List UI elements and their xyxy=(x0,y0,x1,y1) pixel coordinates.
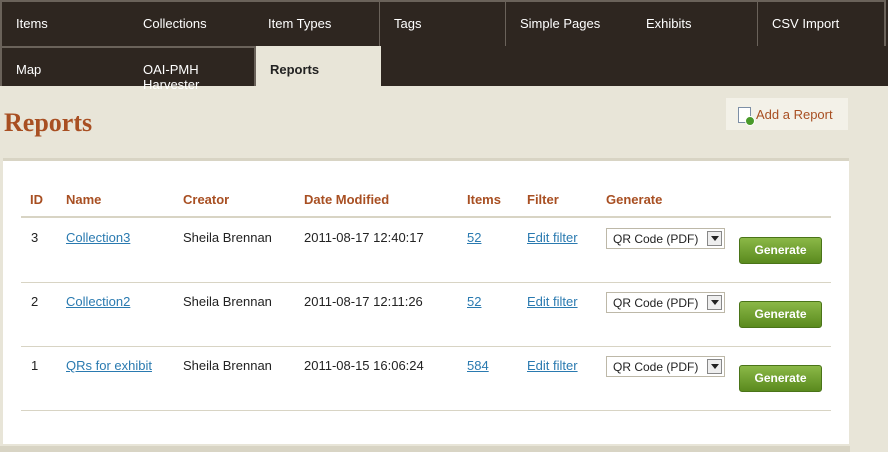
row-items-link[interactable]: 52 xyxy=(467,230,481,245)
row-date: 2011-08-17 12:40:17 xyxy=(304,230,424,245)
tab-label: Map xyxy=(16,62,42,77)
header-filter: Filter xyxy=(527,192,559,207)
format-select-value: QR Code (PDF) xyxy=(613,360,699,374)
row-creator: Sheila Brennan xyxy=(183,294,272,309)
tab-label: Item Types xyxy=(268,16,332,31)
format-select[interactable]: QR Code (PDF) xyxy=(606,228,725,249)
header-generate: Generate xyxy=(606,192,663,207)
row-creator: Sheila Brennan xyxy=(183,358,272,373)
chevron-down-icon xyxy=(707,231,722,246)
tab-label: Simple Pages xyxy=(520,16,601,31)
panel-bottom-border xyxy=(0,446,850,452)
generate-button[interactable]: Generate xyxy=(739,301,822,328)
add-document-icon xyxy=(738,107,755,126)
row-id: 2 xyxy=(31,294,39,309)
row-divider xyxy=(21,410,831,411)
header-items: Items xyxy=(467,192,501,207)
add-report-label: Add a Report xyxy=(756,107,833,122)
row-name-link[interactable]: Collection3 xyxy=(66,230,130,245)
table-row: 3 Collection3 Sheila Brennan 2011-08-17 … xyxy=(3,218,849,282)
add-report-button[interactable]: Add a Report xyxy=(726,98,848,130)
tab-item-types[interactable]: Item Types xyxy=(254,0,381,46)
format-select[interactable]: QR Code (PDF) xyxy=(606,356,725,377)
tab-reports[interactable]: Reports xyxy=(256,46,381,86)
row-name-link[interactable]: Collection2 xyxy=(66,294,130,309)
row-edit-filter-link[interactable]: Edit filter xyxy=(527,358,578,373)
reports-table: ID Name Creator Date Modified Items Filt… xyxy=(3,158,849,444)
tab-label: CSV Import xyxy=(772,16,840,31)
format-select-value: QR Code (PDF) xyxy=(613,232,699,246)
row-items-link[interactable]: 52 xyxy=(467,294,481,309)
header-creator: Creator xyxy=(183,192,230,207)
tab-label: Items xyxy=(16,16,48,31)
row-id: 1 xyxy=(31,358,39,373)
row-creator: Sheila Brennan xyxy=(183,230,272,245)
tab-collections[interactable]: Collections xyxy=(129,0,256,46)
tab-exhibits[interactable]: Exhibits xyxy=(632,0,759,46)
row-name-link[interactable]: QRs for exhibit xyxy=(66,358,152,373)
main-nav: Items Collections Item Types Tags Simple… xyxy=(0,0,888,92)
tab-tags[interactable]: Tags xyxy=(380,0,507,46)
format-select-value: QR Code (PDF) xyxy=(613,296,699,310)
tab-simple-pages[interactable]: Simple Pages xyxy=(506,0,634,46)
tab-oai-pmh-harvester[interactable]: OAI-PMH Harvester xyxy=(129,46,256,92)
tab-label: Exhibits xyxy=(646,16,692,31)
page-title: Reports xyxy=(4,108,93,137)
generate-button[interactable]: Generate xyxy=(739,237,822,264)
format-select[interactable]: QR Code (PDF) xyxy=(606,292,725,313)
tab-label: Tags xyxy=(394,16,422,31)
row-edit-filter-link[interactable]: Edit filter xyxy=(527,230,578,245)
tab-label: OAI-PMH Harvester xyxy=(143,62,200,92)
table-row: 1 QRs for exhibit Sheila Brennan 2011-08… xyxy=(3,346,849,410)
tab-csv-import[interactable]: CSV Import xyxy=(758,0,886,46)
row-edit-filter-link[interactable]: Edit filter xyxy=(527,294,578,309)
header-name: Name xyxy=(66,192,102,207)
header-id: ID xyxy=(30,192,43,207)
tab-items[interactable]: Items xyxy=(0,0,131,46)
chevron-down-icon xyxy=(707,295,722,310)
row-date: 2011-08-15 16:06:24 xyxy=(304,358,424,373)
generate-button[interactable]: Generate xyxy=(739,365,822,392)
tab-map[interactable]: Map xyxy=(0,46,131,86)
chevron-down-icon xyxy=(707,359,722,374)
row-items-link[interactable]: 584 xyxy=(467,358,489,373)
tab-label: Reports xyxy=(270,62,320,77)
tab-label: Collections xyxy=(143,16,207,31)
table-row: 2 Collection2 Sheila Brennan 2011-08-17 … xyxy=(3,282,849,346)
header-date-modified: Date Modified xyxy=(304,192,390,207)
row-date: 2011-08-17 12:11:26 xyxy=(304,294,423,309)
row-id: 3 xyxy=(31,230,39,245)
